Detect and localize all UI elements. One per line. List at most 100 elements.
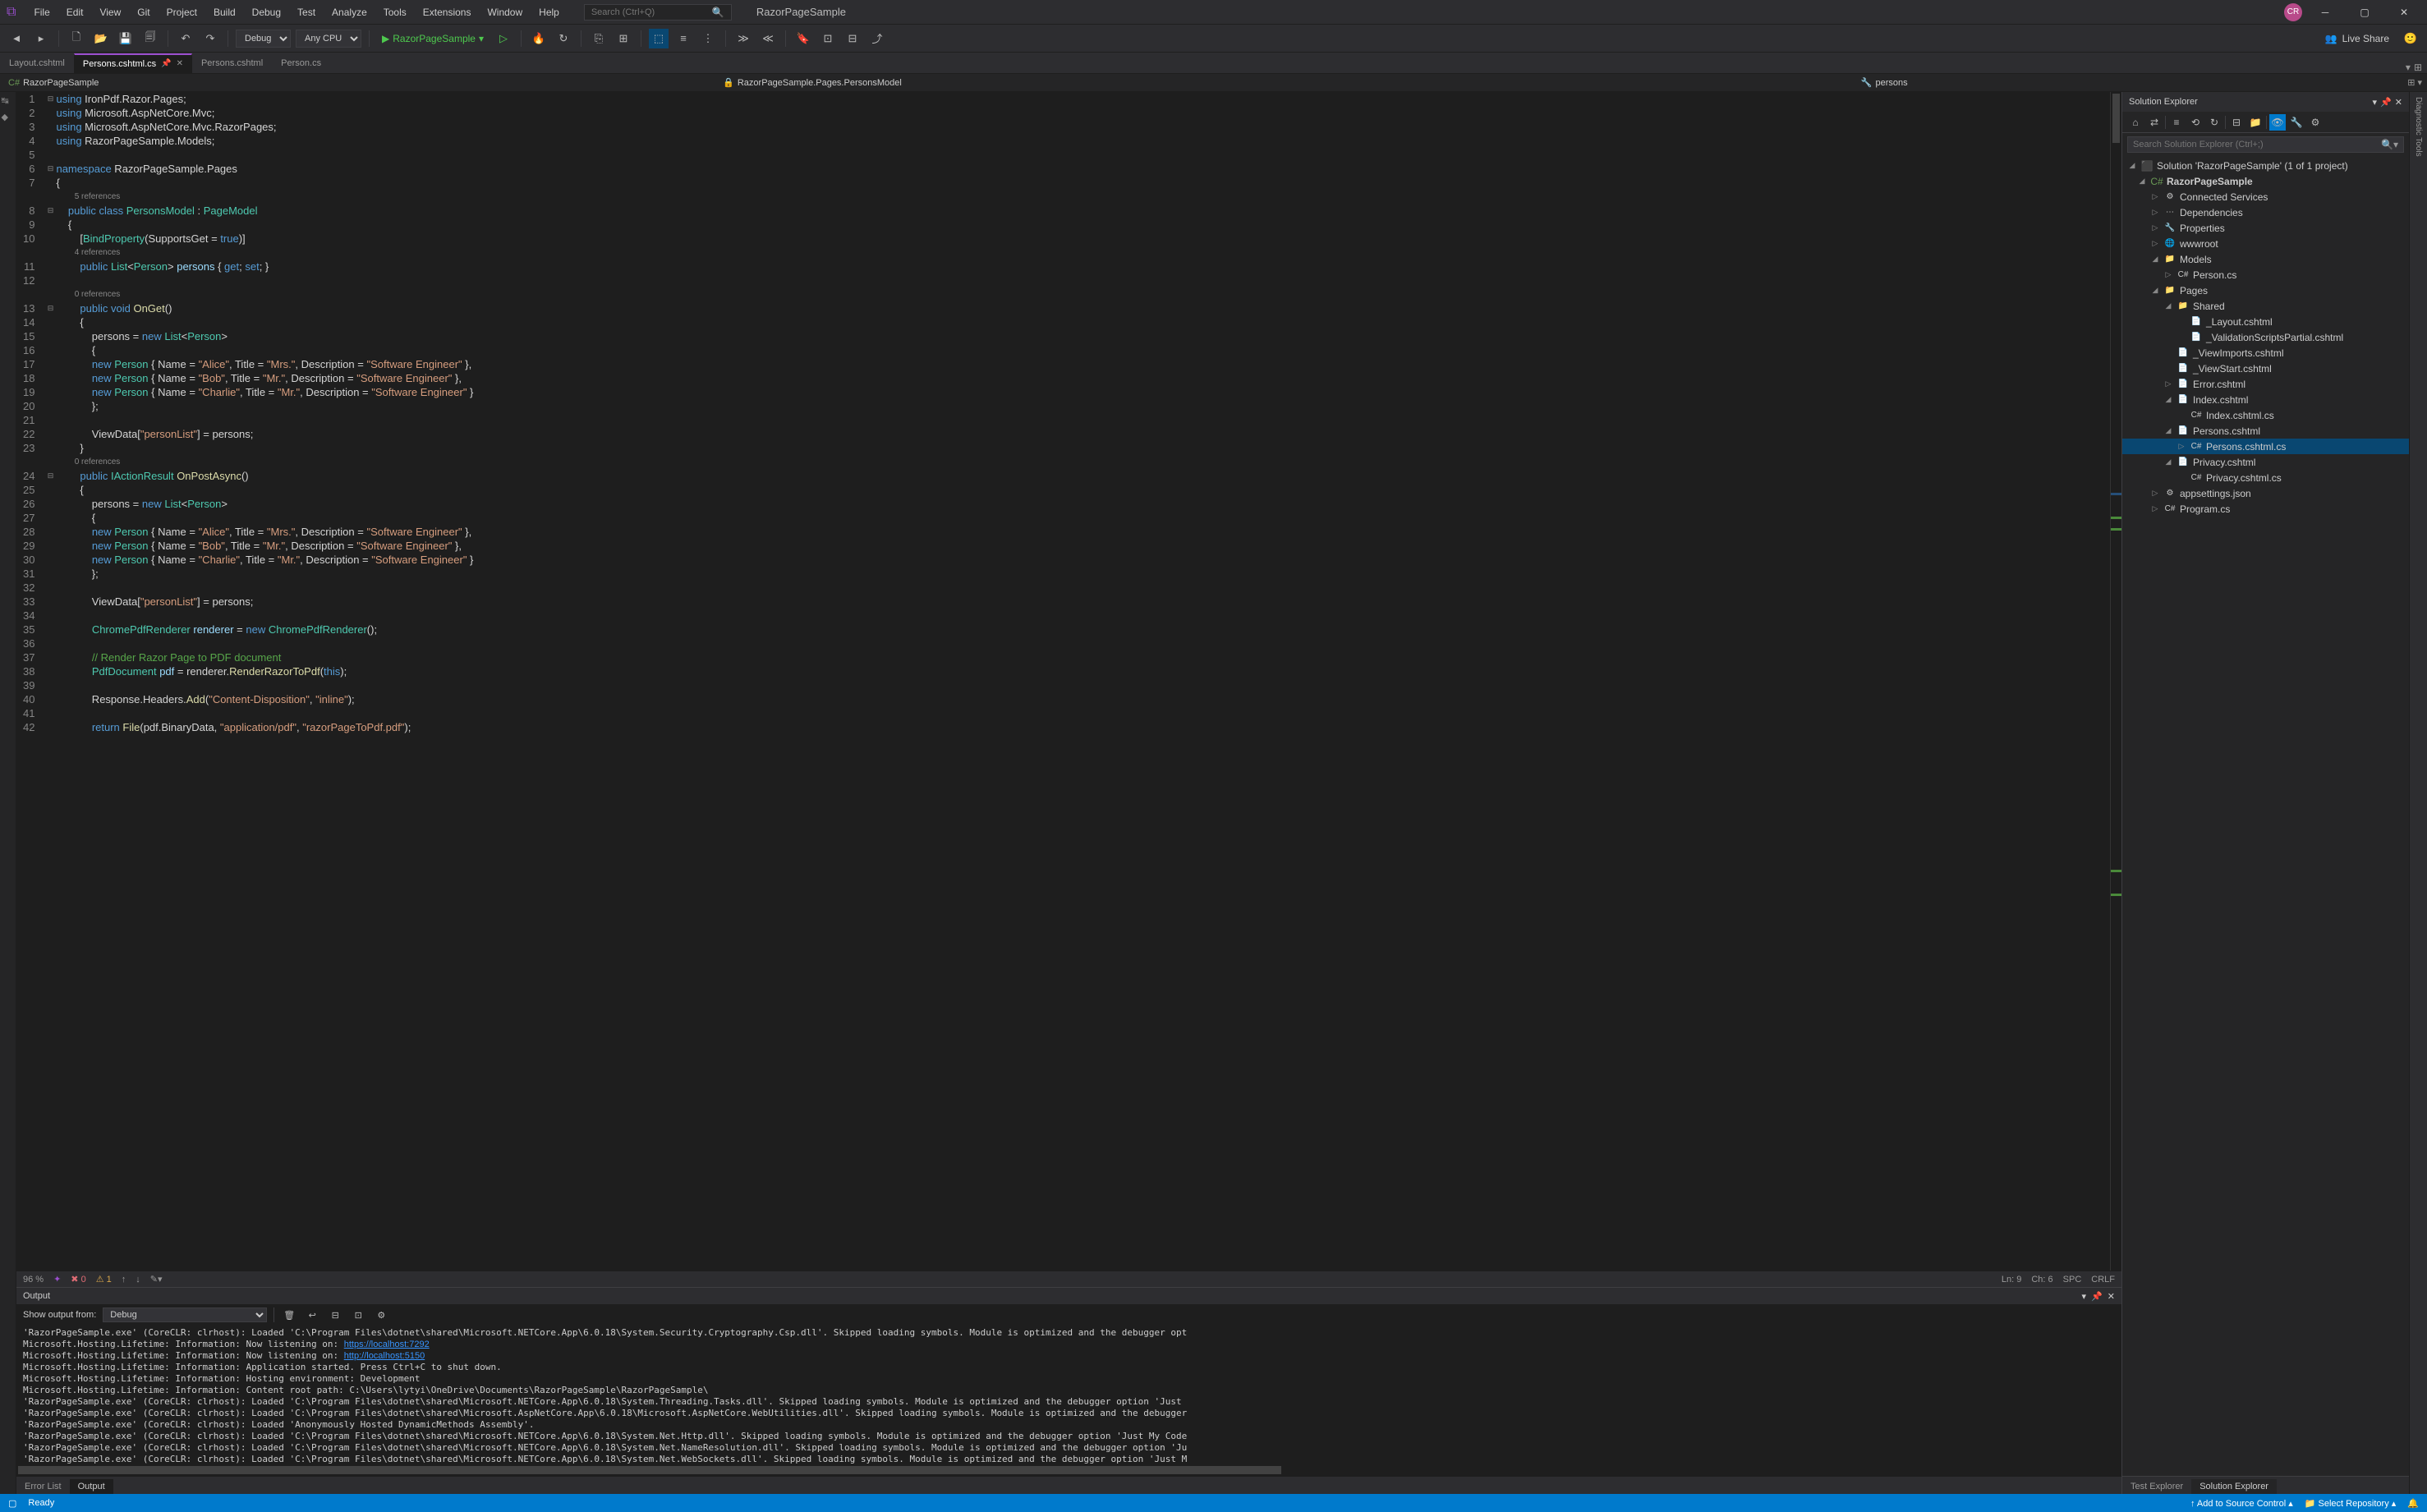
tree-item-persons-cshtml[interactable]: ◢📄Persons.cshtml [2122,423,2409,439]
output-dropdown-icon[interactable]: ▾ [2082,1291,2087,1302]
nav-back-button[interactable]: ◄ [7,29,26,48]
tool-btn-1[interactable]: ⎘ [589,29,609,48]
tree-item-dependencies[interactable]: ▷⋯Dependencies [2122,205,2409,220]
tree-item-index-cshtml-cs[interactable]: C#Index.cshtml.cs [2122,407,2409,423]
output-hscroll[interactable] [16,1464,2121,1476]
code-editor[interactable]: 1234567891011121314151617181920212223242… [16,92,2121,1271]
output-source-select[interactable]: Debug [103,1307,267,1322]
menu-debug[interactable]: Debug [244,3,289,21]
menu-view[interactable]: View [91,3,129,21]
tool-btn-5[interactable]: ⋮ [698,29,718,48]
menu-project[interactable]: Project [159,3,205,21]
output-settings-button[interactable]: ⚙ [373,1307,389,1323]
hot-reload-button[interactable]: 🔥 [529,29,549,48]
tab-solution-button[interactable]: ⊞ [2414,62,2422,73]
output-tb3[interactable]: ⊟ [327,1307,343,1323]
comment-button[interactable]: ⊡ [818,29,838,48]
tool-btn-4[interactable]: ≡ [673,29,693,48]
code-body[interactable]: using IronPdf.Razor.Pages;using Microsof… [56,92,2110,1271]
output-link-https[interactable]: https://localhost:7292 [344,1340,430,1349]
tool-btn-3[interactable]: ⬚ [649,29,669,48]
tree-item-connected-services[interactable]: ▷⚙Connected Services [2122,189,2409,205]
tree-solution-root[interactable]: ◢⬛Solution 'RazorPageSample' (1 of 1 pro… [2122,158,2409,173]
menu-file[interactable]: File [25,3,57,21]
redo-button[interactable]: ↷ [200,29,220,48]
solution-tree[interactable]: ◢⬛Solution 'RazorPageSample' (1 of 1 pro… [2122,156,2409,1476]
feedback-button[interactable]: 🙂 [2401,29,2420,48]
user-avatar[interactable]: CR [2284,3,2302,21]
add-source-control[interactable]: ↑ Add to Source Control ▴ [2190,1498,2293,1509]
menu-window[interactable]: Window [479,3,531,21]
tree-item-index-cshtml[interactable]: ◢📄Index.cshtml [2122,392,2409,407]
tree-item-_layout-cshtml[interactable]: 📄_Layout.cshtml [2122,314,2409,329]
new-file-button[interactable]: 🗋 [67,29,86,48]
output-link-http[interactable]: http://localhost:5150 [344,1351,425,1361]
nav-down-icon[interactable]: ↓ [136,1275,140,1285]
sol-settings-button[interactable]: ⚙ [2307,114,2324,131]
tool-btn-6[interactable]: ≫ [733,29,753,48]
save-button[interactable]: 💾 [116,29,136,48]
maximize-button[interactable]: ▢ [2348,0,2381,25]
bookmark-button[interactable]: 🔖 [793,29,813,48]
editor-vscroll[interactable] [2110,92,2121,1271]
minimize-button[interactable]: ─ [2309,0,2342,25]
sol-pin-icon[interactable]: 📌 [2380,97,2392,108]
sol-collapse-button[interactable]: ⊟ [2228,114,2245,131]
nav-up-icon[interactable]: ↑ [122,1275,126,1285]
sol-preview-button[interactable]: 👁 [2269,114,2286,131]
sol-properties-button[interactable]: 🔧 [2288,114,2305,131]
solution-search-input[interactable] [2133,140,2381,149]
menu-build[interactable]: Build [205,3,244,21]
sol-switch-views-button[interactable]: ⇄ [2146,114,2163,131]
output-pin-icon[interactable]: 📌 [2091,1291,2103,1302]
undo-button[interactable]: ↶ [176,29,195,48]
fold-column[interactable]: ⊟⊟⊟⊟⊟ [44,92,56,1271]
sol-pending-button[interactable]: ≡ [2168,114,2185,131]
tool-btn-7[interactable]: ≪ [758,29,778,48]
sol-home-button[interactable]: ⌂ [2127,114,2144,131]
start-nodebug-button[interactable]: ▷ [494,29,513,48]
health-indicator[interactable]: ✦ [53,1274,61,1285]
right-strip-diagnostic-tools[interactable]: Diagnostic Tools [2414,97,2423,157]
tree-item-_validationscriptspartial-cshtml[interactable]: 📄_ValidationScriptsPartial.cshtml [2122,329,2409,345]
track-changes-icon[interactable]: ↹ [2,95,15,108]
start-debug-button[interactable]: ▶ RazorPageSample ▾ [377,29,489,48]
tree-item-error-cshtml[interactable]: ▷📄Error.cshtml [2122,376,2409,392]
close-button[interactable]: ✕ [2388,0,2420,25]
toggle-button[interactable]: ⤴ [867,29,887,48]
tree-item-wwwroot[interactable]: ▷🌐wwwroot [2122,236,2409,251]
nav-fwd-button[interactable]: ▸ [31,29,51,48]
menu-extensions[interactable]: Extensions [415,3,480,21]
solution-search[interactable]: 🔍▾ [2127,136,2404,153]
tree-item-privacy-cshtml-cs[interactable]: C#Privacy.cshtml.cs [2122,470,2409,485]
config-select[interactable]: Debug [236,30,291,48]
browser-link-button[interactable]: ↻ [554,29,573,48]
tab-persons-cshtml[interactable]: Persons.cshtml [192,53,272,73]
menu-help[interactable]: Help [531,3,568,21]
tree-item-shared[interactable]: ◢📁Shared [2122,298,2409,314]
error-badge[interactable]: ✖ 0 [71,1274,85,1285]
sol-close-icon[interactable]: ✕ [2395,97,2402,108]
menu-edit[interactable]: Edit [58,3,92,21]
menu-git[interactable]: Git [129,3,158,21]
split-view-button[interactable]: ⊞ ▾ [2407,77,2422,88]
sol-sync-button[interactable]: ⟲ [2187,114,2204,131]
open-file-button[interactable]: 📂 [91,29,111,48]
sol-btab-solution-explorer[interactable]: Solution Explorer [2191,1479,2277,1494]
sol-showall-button[interactable]: 📁 [2247,114,2264,131]
nav-member-drop[interactable]: 🔧 persons [1858,77,1911,88]
tree-item-person-cs[interactable]: ▷C#Person.cs [2122,267,2409,283]
tree-item-models[interactable]: ◢📁Models [2122,251,2409,267]
output-clear-button[interactable]: 🗑 [281,1307,297,1323]
search-input[interactable] [591,7,712,17]
tree-item-appsettings-json[interactable]: ▷⚙appsettings.json [2122,485,2409,501]
sol-btab-test-explorer[interactable]: Test Explorer [2122,1479,2191,1494]
menu-analyze[interactable]: Analyze [324,3,375,21]
health-icon[interactable]: ◆ [2,112,15,125]
bottom-tab-output[interactable]: Output [70,1479,113,1494]
save-all-button[interactable]: 🗐 [140,29,160,48]
nav-project-drop[interactable]: C# RazorPageSample [5,78,102,88]
tab-layout-cshtml[interactable]: Layout.cshtml [0,53,74,73]
warning-badge[interactable]: ⚠ 1 [96,1274,112,1285]
tree-item-privacy-cshtml[interactable]: ◢📄Privacy.cshtml [2122,454,2409,470]
